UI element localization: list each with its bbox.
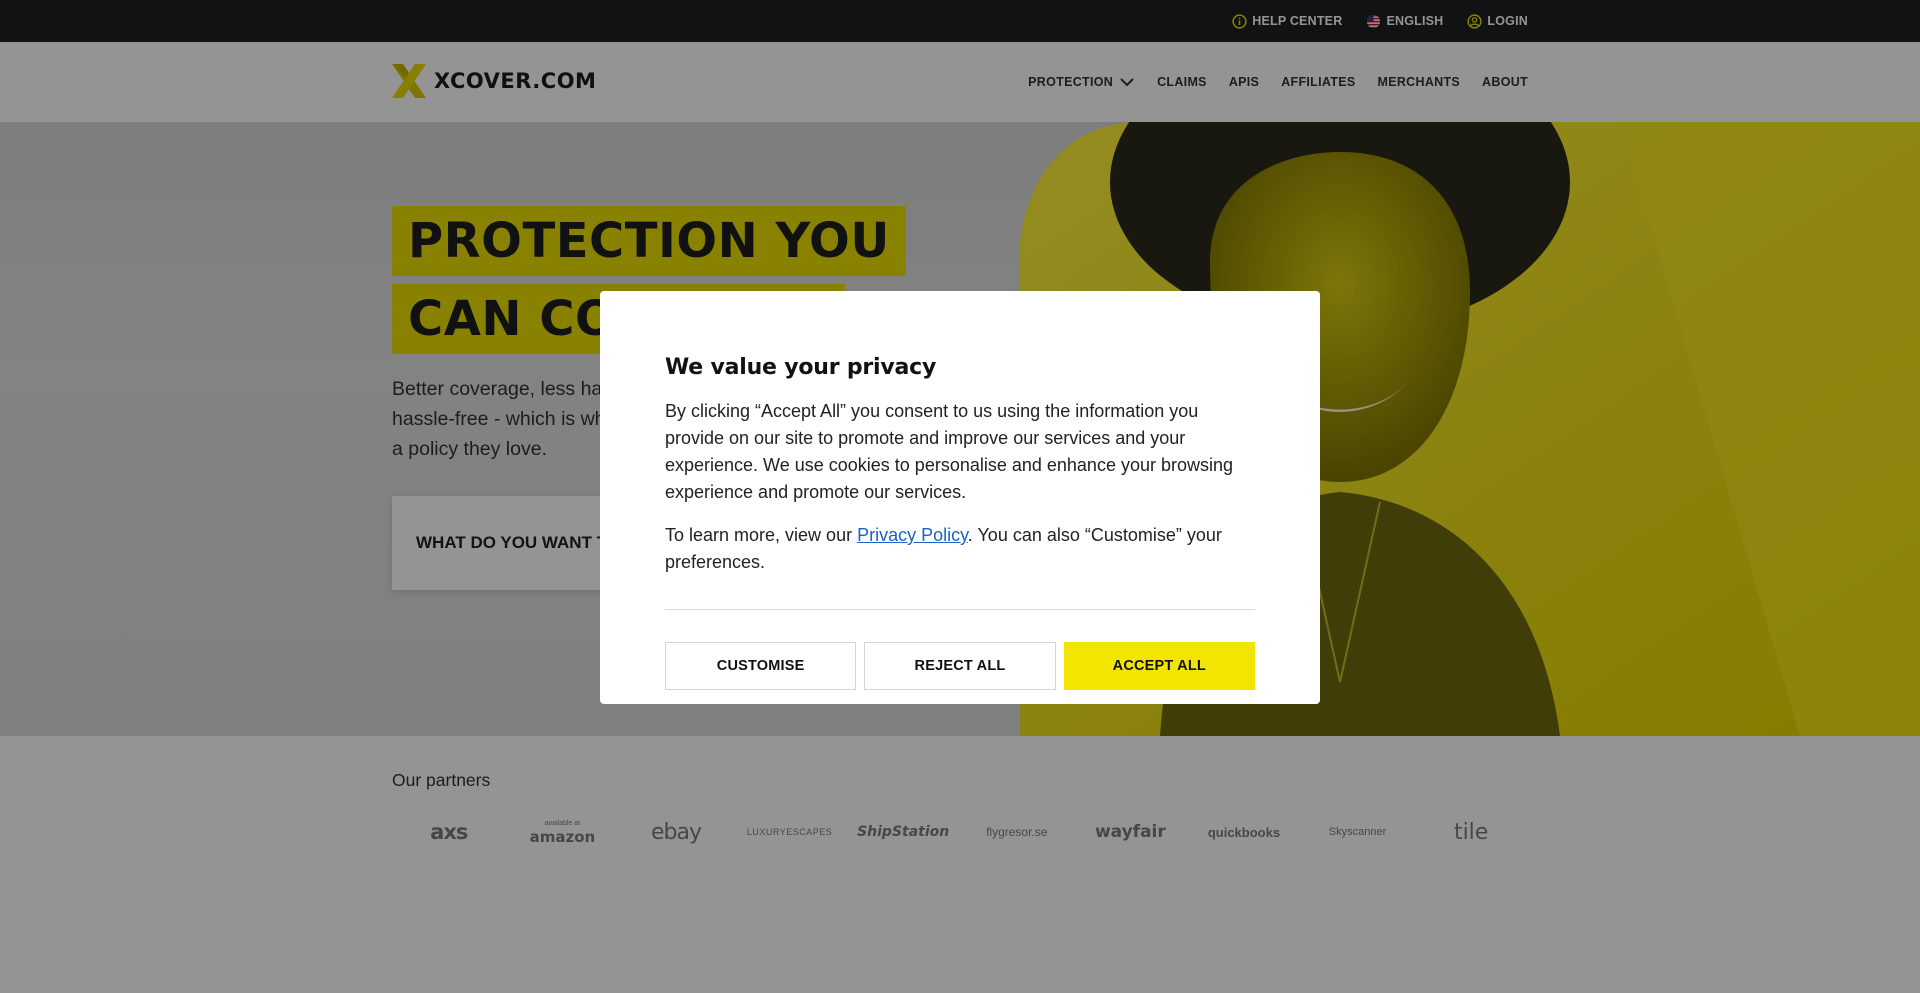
reject-all-button[interactable]: REJECT ALL: [864, 642, 1056, 690]
cookie-dialog-actions: CUSTOMISE REJECT ALL ACCEPT ALL: [665, 642, 1255, 690]
cookie-dialog-learn-more: To learn more, view our Privacy Policy. …: [665, 522, 1255, 576]
cookie-dialog-divider: [665, 609, 1255, 610]
cookie-consent-dialog: We value your privacy By clicking “Accep…: [600, 291, 1320, 704]
privacy-policy-link[interactable]: Privacy Policy: [857, 525, 968, 545]
cookie-dialog-body: By clicking “Accept All” you consent to …: [665, 401, 1234, 502]
customise-button[interactable]: CUSTOMISE: [665, 642, 857, 690]
cookie-dialog-title: We value your privacy: [665, 355, 937, 380]
accept-all-button[interactable]: ACCEPT ALL: [1063, 642, 1255, 690]
learn-more-prefix: To learn more, view our: [665, 525, 858, 545]
